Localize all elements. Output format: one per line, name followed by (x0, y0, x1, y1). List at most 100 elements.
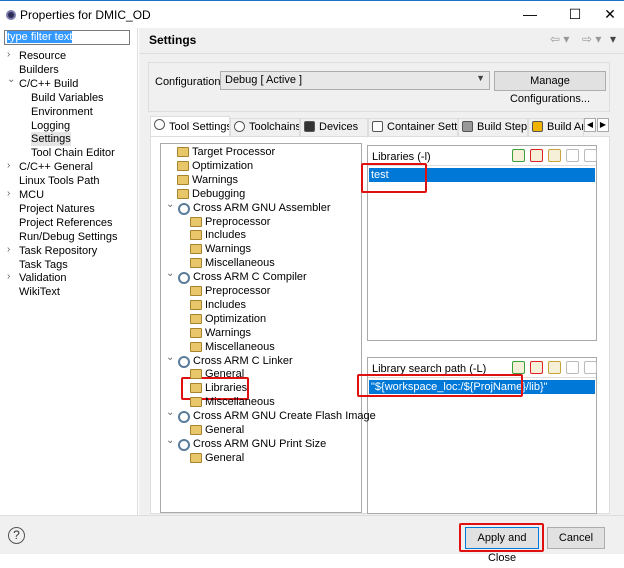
tree-item[interactable]: General (205, 452, 244, 465)
add-icon[interactable] (512, 149, 525, 162)
tab-toolchains[interactable]: Toolchains (230, 118, 300, 136)
tree-item[interactable]: Optimization (192, 160, 253, 173)
manage-configurations-button[interactable]: Manage Configurations... (494, 71, 606, 105)
sidebar-item[interactable]: Resource (19, 49, 66, 63)
folder-icon (190, 452, 202, 463)
sidebar-item[interactable]: Task Tags (19, 258, 68, 272)
tree-item[interactable]: Warnings (205, 243, 251, 256)
sidebar-item[interactable]: Linux Tools Path (19, 174, 100, 188)
cancel-button[interactable]: Cancel (547, 527, 605, 549)
sidebar-item[interactable]: Project References (19, 216, 113, 230)
tree-item[interactable]: Cross ARM GNU Print Size (193, 438, 326, 451)
sidebar-item[interactable]: Task Repository (19, 244, 97, 258)
sidebar-item[interactable]: Settings (31, 132, 71, 147)
delete-icon[interactable] (530, 361, 543, 374)
delete-icon[interactable] (530, 149, 543, 162)
edit-icon[interactable] (548, 361, 561, 374)
maximize-button[interactable]: ☐ (565, 5, 585, 23)
tab-build-steps[interactable]: Build Steps (458, 118, 528, 136)
tree-item[interactable]: Warnings (192, 174, 238, 187)
folder-icon (190, 369, 202, 380)
tab-container-settings[interactable]: Container Settings (368, 118, 458, 136)
forward-icon[interactable]: ⇨ ▾ (582, 32, 601, 46)
move-down-icon[interactable] (584, 361, 597, 374)
tree-item[interactable]: Debugging (192, 188, 245, 201)
filter-input[interactable]: type filter text (4, 30, 130, 45)
tree-item[interactable]: General (205, 424, 244, 437)
edit-icon[interactable] (548, 149, 561, 162)
sidebar-item[interactable]: Builders (19, 63, 59, 77)
chevron-down-icon[interactable]: ⌄ (7, 74, 15, 85)
view-menu-icon[interactable]: ▾ (610, 32, 616, 46)
sidebar-item[interactable]: Validation (19, 271, 67, 285)
sidebar-item[interactable]: Build Variables (31, 91, 104, 105)
sidebar-item[interactable]: Project Natures (19, 202, 95, 216)
tree-item[interactable]: Target Processor (192, 146, 275, 159)
folder-icon (190, 258, 202, 269)
chevron-down-icon[interactable]: ⌄ (166, 352, 174, 363)
move-down-icon[interactable] (584, 149, 597, 162)
tree-item[interactable]: Includes (205, 229, 246, 242)
tab-tool-settings[interactable]: Tool Settings (150, 116, 230, 136)
tree-item[interactable]: Libraries (205, 382, 247, 395)
tab-devices[interactable]: Devices (300, 118, 368, 136)
minimize-button[interactable]: — (520, 5, 540, 23)
chip-icon (304, 121, 315, 132)
highlight-box (357, 374, 523, 397)
chevron-right-icon[interactable]: › (7, 160, 10, 171)
sidebar-item[interactable]: WikiText (19, 285, 60, 299)
filter-text: type filter text (7, 31, 73, 43)
sidebar-item[interactable]: Tool Chain Editor (31, 146, 115, 160)
sidebar-item[interactable]: Run/Debug Settings (19, 230, 117, 244)
eclipse-icon (6, 10, 16, 20)
chevron-down-icon[interactable]: ⌄ (166, 407, 174, 418)
sidebar-item[interactable]: C/C++ Build (19, 77, 78, 91)
tool-icon (178, 438, 190, 451)
close-button[interactable]: ✕ (600, 5, 620, 23)
folder-icon (190, 313, 202, 324)
sidebar-item[interactable]: Logging (31, 119, 70, 133)
tree-item[interactable]: Includes (205, 299, 246, 312)
chevron-down-icon: ▼ (476, 73, 485, 83)
tool-icon (178, 202, 190, 215)
move-up-icon[interactable] (566, 149, 579, 162)
sidebar-item[interactable]: Environment (31, 105, 93, 119)
tree-item[interactable]: Optimization (205, 313, 266, 326)
tree-item[interactable]: Cross ARM C Linker (193, 355, 293, 368)
chevron-down-icon[interactable]: ⌄ (166, 199, 174, 210)
chevron-right-icon[interactable]: › (7, 271, 10, 282)
chevron-down-icon[interactable]: ⌄ (166, 435, 174, 446)
tree-item[interactable]: Cross ARM GNU Create Flash Image (193, 410, 376, 423)
sidebar-item[interactable]: C/C++ General (19, 160, 93, 174)
back-icon[interactable]: ⇦ ▾ (550, 32, 569, 46)
folder-icon (190, 327, 202, 338)
tree-item[interactable]: Cross ARM GNU Assembler (193, 202, 331, 215)
tab-scroll-left[interactable]: ◀ (584, 118, 596, 132)
folder-icon (177, 160, 189, 171)
folder-icon (190, 230, 202, 241)
tree-item[interactable]: Cross ARM C Compiler (193, 271, 307, 284)
tab-build-ar[interactable]: Build Ar (528, 118, 584, 136)
tree-item[interactable]: Miscellaneous (205, 257, 275, 270)
folder-icon (190, 216, 202, 227)
tab-scroll-right[interactable]: ▶ (597, 118, 609, 132)
tree-item[interactable]: Miscellaneous (205, 341, 275, 354)
configuration-label: Configuration: (155, 76, 224, 88)
configuration-select[interactable]: Debug [ Active ] ▼ (220, 71, 490, 90)
chevron-right-icon[interactable]: › (7, 188, 10, 199)
chevron-down-icon[interactable]: ⌄ (166, 268, 174, 279)
tree-item[interactable]: Preprocessor (205, 285, 270, 298)
folder-icon (190, 397, 202, 408)
sidebar-item[interactable]: MCU (19, 188, 44, 202)
tree-item[interactable]: Preprocessor (205, 216, 270, 229)
hammer-icon (462, 121, 473, 132)
add-icon[interactable] (512, 361, 525, 374)
tree-item[interactable]: General (205, 368, 244, 381)
highlight-box (459, 523, 544, 552)
move-up-icon[interactable] (566, 361, 579, 374)
chevron-right-icon[interactable]: › (7, 244, 10, 255)
chevron-right-icon[interactable]: › (7, 49, 10, 60)
tree-item[interactable]: Warnings (205, 327, 251, 340)
tree-item[interactable]: Miscellaneous (205, 396, 275, 409)
help-icon[interactable]: ? (8, 527, 25, 544)
